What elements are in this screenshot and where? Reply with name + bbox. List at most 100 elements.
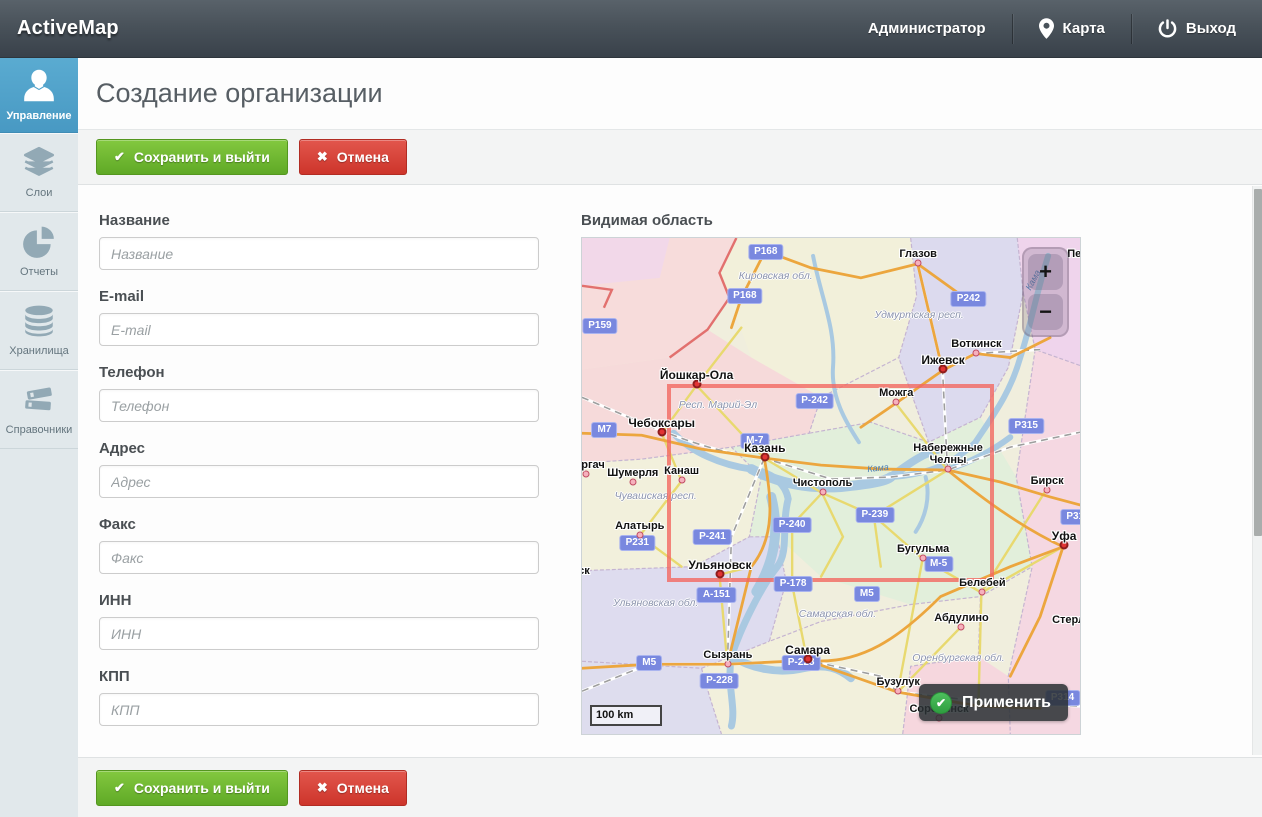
- database-icon: [2, 303, 76, 339]
- x-icon: ✖: [317, 780, 328, 796]
- form-area: Название E-mail Телефон Адрес Факс ИНН: [78, 186, 1262, 757]
- city-name-label: Алатырь: [615, 520, 664, 532]
- city-dot: [895, 688, 902, 695]
- inn-input[interactable]: [99, 617, 539, 650]
- cancel-button[interactable]: ✖ Отмена: [299, 770, 407, 806]
- save-and-exit-button[interactable]: ✔ Сохранить и выйти: [96, 770, 288, 806]
- sidebar-item-management[interactable]: Управление: [0, 58, 78, 133]
- field-label: Факс: [99, 516, 539, 533]
- city-dot: [678, 477, 685, 484]
- sidebar-item-label: Хранилища: [2, 345, 76, 357]
- check-circle-icon: ✔: [930, 692, 952, 714]
- city-dot: [582, 470, 589, 477]
- field-kpp: КПП: [99, 668, 539, 726]
- field-label: Телефон: [99, 364, 539, 381]
- map-region-label: Самарская обл.: [799, 608, 876, 620]
- city-name-label: Шумерля: [607, 467, 658, 479]
- city-dot: [1044, 486, 1051, 493]
- sidebar-item-label: Отчеты: [2, 266, 76, 278]
- road-number-badge: М5: [854, 586, 880, 602]
- sidebar-item-reports[interactable]: Отчеты: [0, 212, 78, 291]
- field-inn: ИНН: [99, 592, 539, 650]
- field-phone: Телефон: [99, 364, 539, 422]
- city-dot: [629, 479, 636, 486]
- city-name-label: Чистополь: [793, 477, 852, 489]
- fax-input[interactable]: [99, 541, 539, 574]
- city-name-label: Чебоксары: [628, 417, 695, 429]
- map-region-label: Оренбургская обл.: [912, 652, 1004, 664]
- city-name-label: Воткинск: [951, 338, 1001, 350]
- app-header: ActiveMap Администратор Карта Выход: [0, 0, 1262, 58]
- road-number-badge: Р-242: [795, 393, 834, 409]
- page-title: Создание организации: [78, 58, 1262, 109]
- name-input[interactable]: [99, 237, 539, 270]
- city-name-label: Ижевск: [921, 354, 964, 366]
- city-name-label: Бузулук: [877, 676, 920, 688]
- road-number-badge: М-5: [924, 556, 953, 572]
- kpp-input[interactable]: [99, 693, 539, 726]
- city-name-label: Глазов: [899, 248, 937, 260]
- sidebar-item-directories[interactable]: Справочники: [0, 370, 78, 449]
- visible-area-panel: Видимая область: [581, 212, 1081, 735]
- apply-button[interactable]: ✔ Применить: [919, 684, 1068, 721]
- city-name-label: Бирск: [1031, 475, 1064, 487]
- sidebar-item-label: Слои: [2, 187, 76, 199]
- city-name-label: Самара: [785, 644, 830, 656]
- city-name-label: Сызрань: [703, 649, 752, 661]
- x-icon: ✖: [317, 149, 328, 165]
- city-dot: [915, 259, 922, 266]
- city-name-label: Сергач: [581, 459, 605, 471]
- vertical-scrollbar-thumb[interactable]: [1254, 189, 1262, 536]
- field-address: Адрес: [99, 440, 539, 498]
- map-canvas[interactable]: Кировская обл.Удмуртская респ.Респ. Мари…: [581, 237, 1081, 735]
- road-number-badge: Р315: [1060, 509, 1081, 525]
- map-zoom-control: + −: [1022, 247, 1069, 337]
- road-number-badge: А-151: [697, 587, 736, 603]
- map-region-label: Ульяновская обл.: [613, 597, 698, 609]
- zoom-in-button[interactable]: +: [1028, 254, 1063, 290]
- road-number-badge: М5: [636, 655, 662, 671]
- location-pin-icon: [1039, 18, 1054, 39]
- sidebar-item-layers[interactable]: Слои: [0, 133, 78, 212]
- road-number-badge: Р168: [727, 288, 762, 304]
- city-dot: [958, 624, 965, 631]
- sidebar-item-label: Справочники: [2, 424, 76, 436]
- check-icon: ✔: [114, 780, 125, 796]
- road-number-badge: М7: [591, 422, 617, 438]
- field-fax: Факс: [99, 516, 539, 574]
- vertical-scrollbar-track[interactable]: [1252, 186, 1262, 755]
- city-dot: [893, 399, 900, 406]
- cancel-button[interactable]: ✖ Отмена: [299, 139, 407, 175]
- header-menu: Администратор Карта Выход: [842, 0, 1262, 57]
- sidebar-item-label: Управление: [2, 110, 76, 122]
- road-number-badge: Р-241: [693, 529, 732, 545]
- road-number-badge: Р242: [951, 291, 986, 307]
- city-name-label: Белебей: [959, 577, 1006, 589]
- save-and-exit-button[interactable]: ✔ Сохранить и выйти: [96, 139, 288, 175]
- city-name-label: Бугульма: [897, 543, 949, 555]
- city-dot: [945, 466, 952, 473]
- logout-link[interactable]: Выход: [1132, 0, 1262, 57]
- zoom-out-button[interactable]: −: [1028, 294, 1063, 330]
- map-region-label: Удмуртская респ.: [875, 309, 964, 321]
- field-label: Адрес: [99, 440, 539, 457]
- field-label: Название: [99, 212, 539, 229]
- map-link[interactable]: Карта: [1013, 0, 1131, 57]
- city-name-label: Канаш: [664, 465, 699, 477]
- road-number-badge: Р159: [582, 318, 617, 334]
- map-scale-bar: 100 km: [590, 705, 662, 726]
- email-input[interactable]: [99, 313, 539, 346]
- phone-input[interactable]: [99, 389, 539, 422]
- user-icon: [2, 66, 76, 108]
- address-input[interactable]: [99, 465, 539, 498]
- map-region-label: Кировская обл.: [739, 270, 813, 282]
- books-icon: [2, 382, 76, 418]
- city-dot: [973, 349, 980, 356]
- check-icon: ✔: [114, 149, 125, 165]
- road-number-badge: Р-239: [855, 507, 894, 523]
- road-number-badge: Р-228: [782, 655, 821, 671]
- field-label: КПП: [99, 668, 539, 685]
- sidebar-item-storages[interactable]: Хранилища: [0, 291, 78, 370]
- road-number-badge: Р-178: [774, 576, 813, 592]
- city-name-label: Пермь: [1067, 248, 1081, 260]
